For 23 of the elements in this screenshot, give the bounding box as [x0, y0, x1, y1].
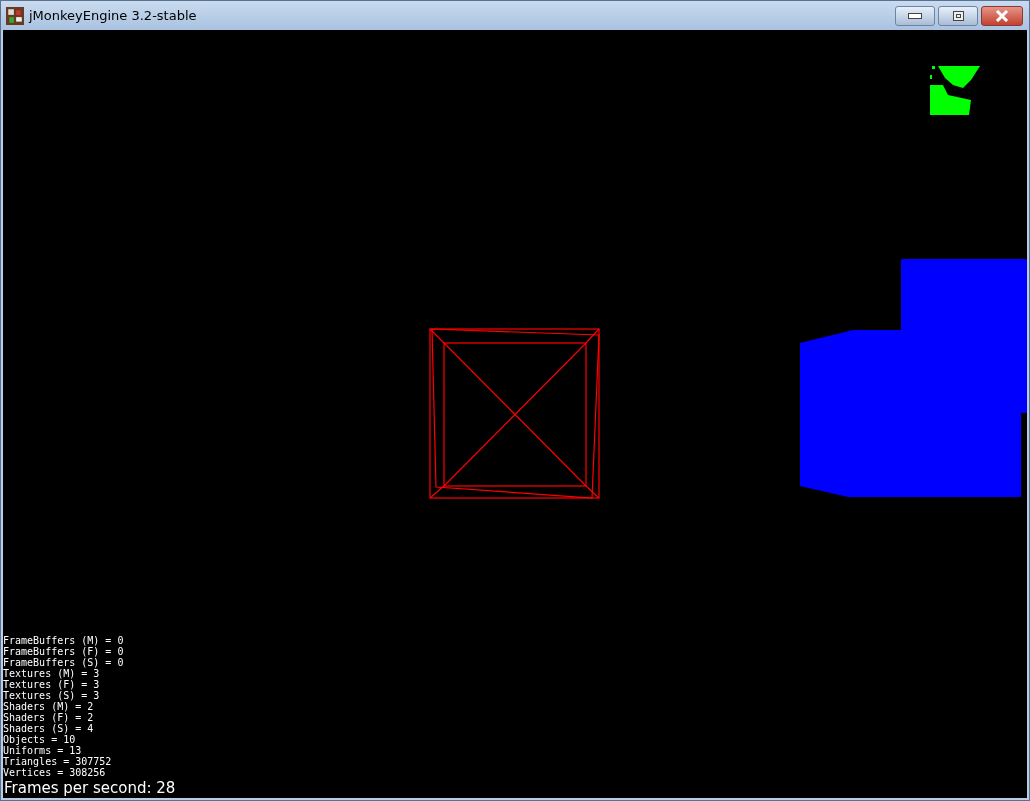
stat-line: Shaders (F) = 2	[3, 712, 94, 723]
minimize-icon	[908, 13, 922, 19]
app-icon	[6, 6, 24, 25]
stat-line: FrameBuffers (F) = 0	[3, 646, 124, 657]
stat-line: Shaders (S) = 4	[3, 723, 94, 734]
restore-icon	[952, 11, 964, 21]
maximize-button[interactable]	[938, 6, 978, 26]
stat-line: Textures (S) = 3	[3, 690, 100, 701]
stat-line: Objects = 10	[3, 734, 76, 745]
foliage-sprite-drawing	[930, 66, 980, 115]
minimize-button[interactable]	[895, 6, 935, 26]
close-icon	[995, 10, 1009, 22]
stat-line: Vertices = 308256	[3, 767, 106, 778]
fps-counter: Frames per second: 28	[3, 778, 176, 798]
stat-line: Uniforms = 13	[3, 745, 82, 756]
stat-line: Triangles = 307752	[3, 756, 112, 767]
stat-line: Textures (F) = 3	[3, 679, 100, 690]
stat-line: FrameBuffers (M) = 0	[3, 635, 124, 646]
window-title: jMonkeyEngine 3.2-stable	[29, 8, 198, 23]
stat-line: Textures (M) = 3	[3, 668, 100, 679]
stat-line: Shaders (M) = 2	[3, 701, 94, 712]
close-button[interactable]	[981, 6, 1023, 26]
stat-line: FrameBuffers (S) = 0	[3, 657, 124, 668]
